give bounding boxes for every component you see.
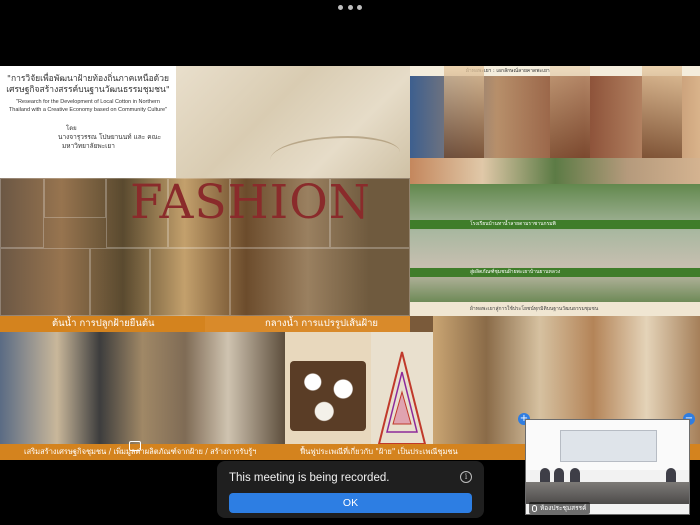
- slide-university: มหาวิทยาลัยพะเยา: [62, 142, 115, 150]
- slide-by-label: โดย: [66, 125, 77, 132]
- photo-products-collage: [0, 332, 285, 444]
- video-room-screen: [560, 430, 657, 462]
- more-options-menu[interactable]: [338, 3, 362, 11]
- photo-strip: [550, 66, 590, 158]
- recording-message: This meeting is being recorded.: [229, 472, 390, 484]
- cotton-flower-image: [290, 361, 366, 431]
- photo-cell: [0, 178, 44, 248]
- photo-strip: [444, 66, 484, 158]
- participant-name-label: ห้องประชุมสรรค์: [529, 502, 591, 514]
- dot-icon: [347, 4, 353, 10]
- photo-row: [410, 158, 700, 184]
- photo-cell: [150, 248, 230, 316]
- participant-video-tile[interactable]: ห้องประชุมสรรค์: [525, 419, 690, 515]
- green-caption-2: สู่ผลิตภัณฑ์ชุมชนฝ้ายพะเยาบ้านยานหลวง: [410, 268, 700, 277]
- mid-right-caption: ผ้าทอพะเยาสู่การใช้ประโยชน์ทุกมิติบนฐานว…: [410, 302, 700, 316]
- dot-icon: [357, 4, 362, 10]
- camera-icon: [129, 441, 141, 451]
- photo-weaving-collage: ผ้าทอพะเยา : เอกลักษณ์ลายคาดพะเยา: [410, 66, 700, 158]
- photo-cell: [0, 248, 90, 316]
- video-conference-table: [526, 482, 689, 504]
- band-bottom-right-text: ฟื้นฟูประเพณีที่เกี่ยวกับ "ฝ้าย" เป็นประ…: [300, 447, 458, 456]
- band-midstream: กลางน้ำ การแปรรูปเส้นฝ้าย: [205, 316, 410, 332]
- info-icon[interactable]: i: [460, 471, 472, 483]
- photo-cell: [230, 248, 410, 316]
- ok-button[interactable]: OK: [229, 493, 472, 513]
- band-upstream: ต้นน้ำ การปลูกฝ้ายยืนต้น: [0, 316, 205, 332]
- green-caption-1: โรงเรียนบ้านทาน้ำลายดามราชานกรมพิ: [410, 220, 700, 229]
- textile-pattern-image: [371, 332, 433, 460]
- slide-authors: นางจารุวรรณ โปษยานนท์ และ คณะ: [58, 133, 162, 141]
- photo-cell: [90, 248, 150, 316]
- slide-title-thai: "การวิจัยเพื่อพัฒนาฝ้ายท้องถิ่นภาคเหนือด…: [6, 74, 170, 95]
- photo-community-collage: โรงเรียนบ้านทาน้ำลายดามราชานกรมพิ สู่ผลิ…: [410, 184, 700, 302]
- microphone-icon: [532, 504, 537, 512]
- fashion-heading: FASHION: [130, 175, 371, 230]
- slide-title-card: "การวิจัยเพื่อพัฒนาฝ้ายท้องถิ่นภาคเหนือด…: [0, 66, 176, 178]
- pattern-tree-icon: [377, 351, 427, 445]
- recording-notice-dialog: This meeting is being recorded. i OK: [217, 461, 484, 518]
- shared-screen: "การวิจัยเพื่อพัฒนาฝ้ายท้องถิ่นภาคเหนือด…: [0, 66, 700, 460]
- photo-strip: [642, 66, 682, 158]
- photo-cell: [44, 178, 106, 218]
- dot-icon: [338, 4, 343, 10]
- participant-name: ห้องประชุมสรรค์: [540, 504, 587, 512]
- slide-title-english: "Research for the Development of Local C…: [8, 99, 168, 113]
